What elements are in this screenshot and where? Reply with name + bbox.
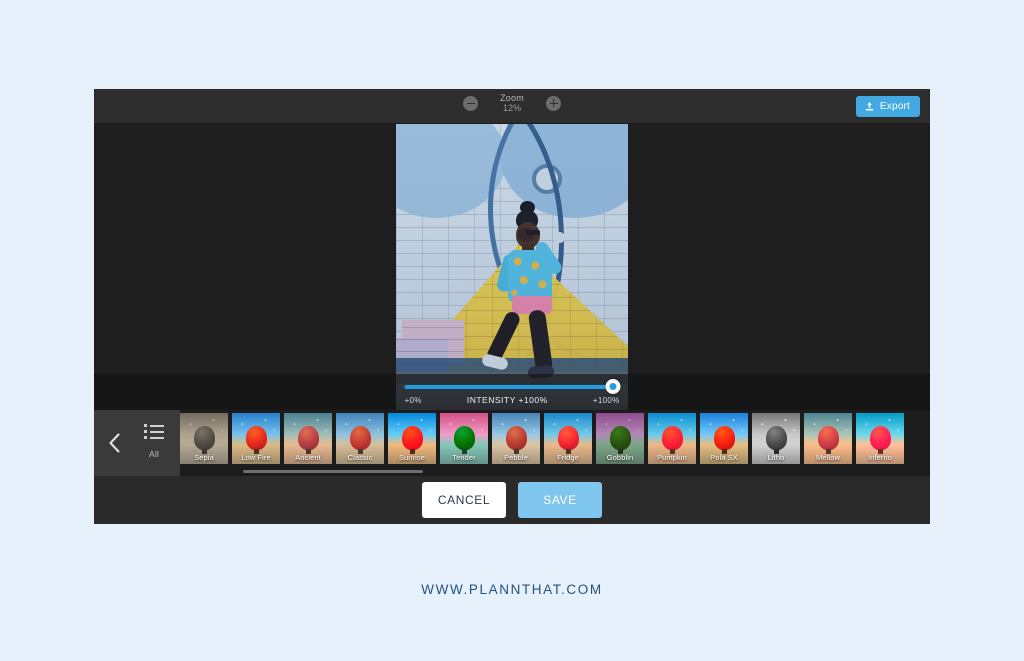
photo-preview[interactable]: [396, 124, 628, 410]
site-footer-url: WWW.PLANNTHAT.COM: [421, 582, 603, 597]
zoom-value: 12%: [502, 103, 521, 114]
intensity-slider[interactable]: [404, 379, 621, 394]
export-button[interactable]: Export: [855, 96, 920, 117]
list-icon: [144, 424, 164, 439]
slider-track[interactable]: [404, 385, 620, 389]
filter-thumbnail[interactable]: Sunrise: [388, 413, 436, 464]
zoom-readout: Zoom 12%: [489, 93, 535, 114]
zoom-out-button[interactable]: [463, 95, 478, 111]
filter-thumbnail[interactable]: Pola SX: [700, 413, 748, 464]
filter-thumbnail[interactable]: Inferno: [856, 413, 904, 464]
filter-thumbnail[interactable]: Pumpkin: [648, 413, 696, 464]
intensity-slider-bar: +0% INTENSITY +100% +100%: [94, 374, 930, 410]
chevron-left-icon: [108, 433, 120, 453]
filter-thumbnail-label: Sepia: [194, 453, 214, 462]
zoom-label: Zoom: [500, 93, 524, 103]
back-button[interactable]: [100, 433, 128, 453]
filter-thumbnail[interactable]: Low Fire: [232, 413, 280, 464]
slider-max-label: +100%: [592, 395, 620, 405]
photo-editor-window: Zoom 12% Export +0% INTENSITY +100% +100…: [94, 89, 930, 524]
filter-thumbnail-label: Classic: [347, 453, 373, 462]
filter-sidebar: All: [94, 410, 180, 476]
filter-thumbnail-label: Litho: [767, 453, 785, 462]
mural-artwork: [396, 124, 628, 410]
cancel-label: CANCEL: [437, 493, 491, 507]
filter-thumbnail[interactable]: Litho: [752, 413, 800, 464]
filter-thumbnail[interactable]: Classic: [336, 413, 384, 464]
save-button[interactable]: SAVE: [518, 482, 602, 518]
action-bar: CANCEL SAVE: [94, 476, 930, 524]
upload-icon: [865, 102, 874, 111]
filter-thumbnail-label: Mellow: [816, 453, 840, 462]
slider-handle[interactable]: [605, 379, 621, 394]
filter-thumbnail[interactable]: Tender: [440, 413, 488, 464]
slider-center-label: INTENSITY +100%: [466, 395, 548, 405]
filter-thumbnail[interactable]: Gobblin: [596, 413, 644, 464]
filter-thumbnail-label: Sunrise: [398, 453, 426, 462]
cancel-button[interactable]: CANCEL: [422, 482, 506, 518]
filter-thumbnail[interactable]: Fridge: [544, 413, 592, 464]
filter-thumbnail-label: Pebble: [504, 453, 528, 462]
filmstrip-scrollbar[interactable]: [243, 470, 423, 473]
zoom-in-button[interactable]: [546, 95, 561, 111]
filter-thumbnail[interactable]: Ancient: [284, 413, 332, 464]
filter-thumbnail-label: Gobblin: [606, 453, 634, 462]
filter-thumbnail-label: Tender: [452, 453, 476, 462]
export-label: Export: [879, 101, 910, 112]
filter-thumbnail-label: Fridge: [557, 453, 579, 462]
zoom-controls: Zoom 12%: [463, 93, 561, 114]
filter-thumbnail[interactable]: Sepia: [180, 413, 228, 464]
filter-thumbnail-label: Pola SX: [710, 453, 738, 462]
filter-thumbnail-label: Inferno: [867, 453, 893, 462]
slider-labels: +0% INTENSITY +100% +100%: [405, 395, 620, 405]
save-label: SAVE: [543, 493, 577, 507]
editor-canvas[interactable]: +0% INTENSITY +100% +100%: [94, 124, 930, 410]
all-filters-button[interactable]: All: [128, 424, 180, 462]
filter-thumbnail-label: Ancient: [295, 453, 321, 462]
filter-thumbnail[interactable]: Pebble: [492, 413, 540, 464]
filter-thumbnail-list[interactable]: Sepia Low Fire Ancient Classic Sunrise Tender…: [180, 413, 904, 464]
runner-figure: [480, 201, 596, 380]
slider-min-label: +0%: [404, 395, 422, 405]
filter-thumbnail-label: Low Fire: [241, 453, 271, 462]
filter-filmstrip: Sepia Low Fire Ancient Classic Sunrise Tender…: [94, 410, 930, 476]
filter-thumbnail-label: Pumpkin: [657, 453, 687, 462]
editor-toolbar: Zoom 12% Export: [94, 89, 930, 124]
all-filters-label: All: [148, 449, 160, 459]
filter-thumbnail[interactable]: Mellow: [804, 413, 852, 464]
